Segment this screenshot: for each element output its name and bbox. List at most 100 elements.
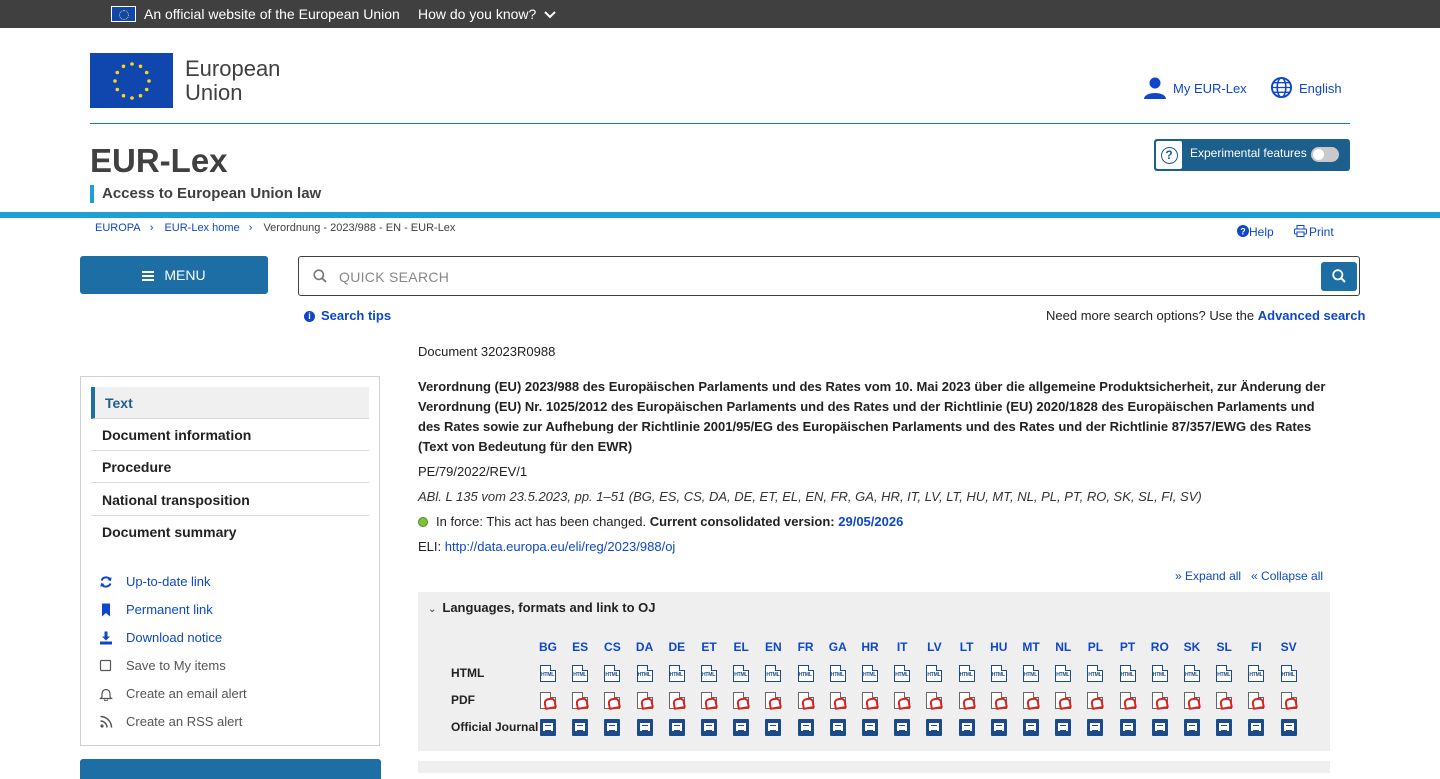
pdf-file-icon[interactable] xyxy=(668,692,685,709)
eli-link[interactable]: http://data.europa.eu/eli/reg/2023/988/o… xyxy=(445,539,676,554)
pdf-file-icon[interactable] xyxy=(1119,692,1136,709)
official-journal-icon[interactable] xyxy=(1023,719,1039,736)
pdf-file-icon[interactable] xyxy=(894,692,911,709)
pdf-file-icon[interactable] xyxy=(797,692,814,709)
advanced-search-link[interactable]: Advanced search xyxy=(1258,308,1366,323)
html-file-icon[interactable] xyxy=(829,665,846,682)
official-journal-icon[interactable] xyxy=(829,719,846,736)
html-file-icon[interactable] xyxy=(990,665,1007,682)
quick-search-input[interactable] xyxy=(339,265,1299,289)
pdf-file-icon[interactable] xyxy=(701,692,717,709)
html-file-icon[interactable] xyxy=(540,665,556,682)
html-file-icon[interactable] xyxy=(1280,665,1297,682)
official-journal-icon[interactable] xyxy=(862,719,878,736)
sidebar-next-panel-header[interactable] xyxy=(80,759,381,779)
pdf-file-icon[interactable] xyxy=(572,692,589,709)
eu-logo[interactable] xyxy=(90,53,173,108)
official-journal-icon[interactable] xyxy=(894,719,911,736)
official-journal-icon[interactable] xyxy=(958,719,975,736)
consolidated-version-link[interactable]: 29/05/2026 xyxy=(838,514,903,529)
official-journal-icon[interactable] xyxy=(1216,719,1233,736)
html-file-icon[interactable] xyxy=(894,665,911,682)
how-do-you-know-toggle[interactable]: How do you know? xyxy=(418,6,556,22)
official-journal-icon[interactable] xyxy=(990,719,1007,736)
help-question-icon[interactable]: ? xyxy=(1156,141,1182,169)
expand-all-link[interactable]: » Expand all xyxy=(1175,569,1241,583)
official-journal-icon[interactable] xyxy=(1280,719,1297,736)
pdf-file-icon[interactable] xyxy=(1216,692,1233,709)
menu-button[interactable]: MENU xyxy=(80,256,268,294)
official-journal-icon[interactable] xyxy=(1055,719,1072,736)
official-journal-icon[interactable] xyxy=(604,719,621,736)
pdf-file-icon[interactable] xyxy=(540,692,556,709)
html-file-icon[interactable] xyxy=(765,665,782,682)
pdf-file-icon[interactable] xyxy=(1087,692,1104,709)
official-journal-icon[interactable] xyxy=(668,719,685,736)
html-file-icon[interactable] xyxy=(1151,665,1168,682)
help-link[interactable]: ? Help xyxy=(1237,224,1274,239)
html-file-icon[interactable] xyxy=(701,665,717,682)
pdf-file-icon[interactable] xyxy=(1184,692,1200,709)
official-journal-icon[interactable] xyxy=(1248,719,1265,736)
official-journal-icon[interactable] xyxy=(1184,719,1200,736)
search-tips-link[interactable]: i Search tips xyxy=(304,308,391,323)
tab-national-transposition[interactable]: National transposition xyxy=(91,484,369,516)
print-link[interactable]: Print xyxy=(1294,224,1334,239)
official-journal-icon[interactable] xyxy=(1087,719,1104,736)
official-journal-icon[interactable] xyxy=(1119,719,1136,736)
official-journal-icon[interactable] xyxy=(540,719,556,736)
pdf-file-icon[interactable] xyxy=(1248,692,1265,709)
html-file-icon[interactable] xyxy=(733,665,750,682)
official-journal-icon[interactable] xyxy=(636,719,653,736)
html-file-icon[interactable] xyxy=(1023,665,1039,682)
pdf-file-icon[interactable] xyxy=(1055,692,1072,709)
html-file-icon[interactable] xyxy=(636,665,653,682)
toggle-switch[interactable] xyxy=(1311,147,1339,162)
experimental-features-toggle[interactable]: ? Experimental features xyxy=(1154,139,1350,171)
search-submit-button[interactable] xyxy=(1321,262,1357,291)
html-file-icon[interactable] xyxy=(1087,665,1104,682)
official-journal-icon[interactable] xyxy=(797,719,814,736)
official-journal-icon[interactable] xyxy=(701,719,717,736)
pdf-file-icon[interactable] xyxy=(990,692,1007,709)
pdf-file-icon[interactable] xyxy=(604,692,621,709)
tab-document-summary[interactable]: Document summary xyxy=(91,516,369,548)
official-journal-icon[interactable] xyxy=(765,719,782,736)
pdf-file-icon[interactable] xyxy=(1280,692,1297,709)
official-journal-icon[interactable] xyxy=(572,719,589,736)
html-file-icon[interactable] xyxy=(572,665,589,682)
tab-text[interactable]: Text xyxy=(91,387,369,419)
breadcrumb-eurlex-home[interactable]: EUR-Lex home xyxy=(164,222,239,234)
next-panel-header[interactable] xyxy=(418,761,1330,773)
tab-document-information[interactable]: Document information xyxy=(91,419,369,451)
official-journal-icon[interactable] xyxy=(733,719,750,736)
html-file-icon[interactable] xyxy=(862,665,878,682)
tab-procedure[interactable]: Procedure xyxy=(91,451,369,483)
official-journal-icon[interactable] xyxy=(926,719,943,736)
pdf-file-icon[interactable] xyxy=(1151,692,1168,709)
html-file-icon[interactable] xyxy=(926,665,943,682)
pdf-file-icon[interactable] xyxy=(829,692,846,709)
pdf-file-icon[interactable] xyxy=(765,692,782,709)
pdf-file-icon[interactable] xyxy=(1023,692,1039,709)
breadcrumb-europa[interactable]: EUROPA xyxy=(95,222,141,234)
languages-panel-header[interactable]: ⌄ Languages, formats and link to OJ xyxy=(428,600,655,615)
html-file-icon[interactable] xyxy=(797,665,814,682)
collapse-all-link[interactable]: « Collapse all xyxy=(1251,569,1323,583)
html-file-icon[interactable] xyxy=(1119,665,1136,682)
official-journal-icon[interactable] xyxy=(1151,719,1168,736)
html-file-icon[interactable] xyxy=(668,665,685,682)
pdf-file-icon[interactable] xyxy=(733,692,750,709)
pdf-file-icon[interactable] xyxy=(958,692,975,709)
site-title[interactable]: EUR-Lex xyxy=(90,142,228,180)
html-file-icon[interactable] xyxy=(1055,665,1072,682)
pdf-file-icon[interactable] xyxy=(636,692,653,709)
pdf-file-icon[interactable] xyxy=(926,692,943,709)
html-file-icon[interactable] xyxy=(1248,665,1265,682)
language-selector[interactable]: English xyxy=(1270,76,1342,102)
pdf-file-icon[interactable] xyxy=(862,692,878,709)
html-file-icon[interactable] xyxy=(1184,665,1200,682)
html-file-icon[interactable] xyxy=(604,665,621,682)
html-file-icon[interactable] xyxy=(958,665,975,682)
html-file-icon[interactable] xyxy=(1216,665,1233,682)
